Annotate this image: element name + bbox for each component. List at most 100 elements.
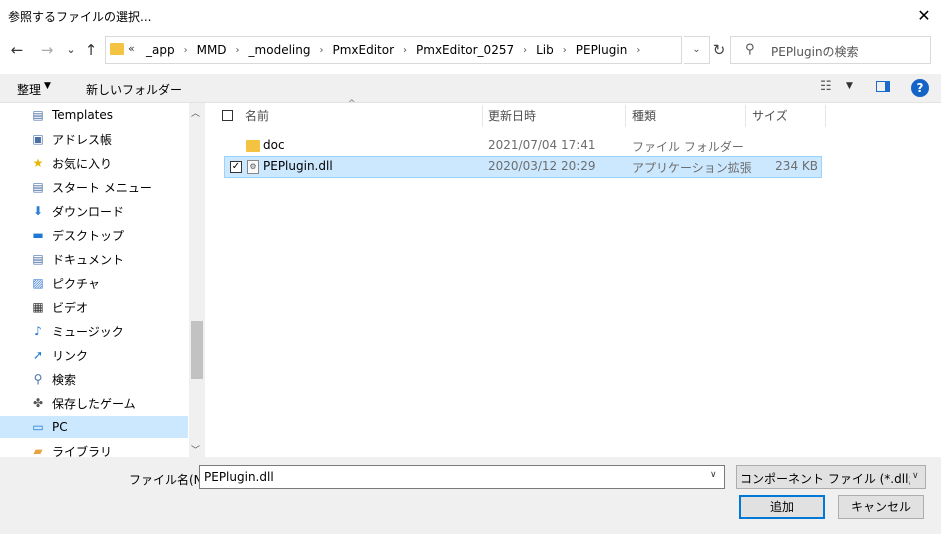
nav-item-label: ドキュメント bbox=[52, 252, 125, 267]
chevron-right-icon[interactable]: › bbox=[312, 45, 330, 56]
folder-icon bbox=[246, 140, 260, 152]
sort-ascending-icon: ^ bbox=[348, 99, 356, 109]
nav-item-1[interactable]: ▣ アドレス帳 bbox=[30, 128, 112, 150]
folder-icon bbox=[110, 43, 124, 55]
address-overflow-icon[interactable]: « bbox=[128, 42, 135, 55]
scroll-thumb[interactable] bbox=[191, 321, 203, 379]
nav-item-label: アドレス帳 bbox=[52, 132, 113, 147]
nav-item-14[interactable]: ▰ ライブラリ bbox=[30, 440, 112, 457]
document-icon: ▤ bbox=[32, 180, 44, 194]
help-icon[interactable]: ? bbox=[911, 79, 929, 97]
nav-item-4[interactable]: ⬇ ダウンロード bbox=[30, 200, 124, 222]
forward-icon[interactable]: → bbox=[36, 38, 58, 62]
search-input[interactable]: PEPluginの検索 bbox=[771, 43, 859, 60]
nav-item-6[interactable]: ▤ ドキュメント bbox=[30, 248, 124, 270]
chevron-right-icon[interactable]: › bbox=[396, 45, 414, 56]
breadcrumb-item[interactable]: MMD bbox=[195, 43, 229, 57]
back-icon[interactable]: ← bbox=[6, 38, 28, 62]
document-icon: ▤ bbox=[32, 252, 44, 266]
chevron-right-icon[interactable]: › bbox=[556, 45, 574, 56]
file-row-selected[interactable]: ✓ ⚙ PEPlugin.dll 2020/03/12 20:29 アプリケーシ… bbox=[224, 156, 822, 178]
nav-item-2[interactable]: ★ お気に入り bbox=[30, 152, 112, 174]
file-type: ファイル フォルダー bbox=[632, 140, 744, 154]
search-box[interactable]: ⚲ PEPluginの検索 bbox=[730, 36, 931, 64]
nav-item-8[interactable]: ▦ ビデオ bbox=[30, 296, 88, 318]
preview-pane-icon[interactable] bbox=[876, 81, 890, 92]
nav-item-label: ライブラリ bbox=[52, 444, 113, 458]
address-bar[interactable]: « _app › MMD › _modeling › PmxEditor › PmxEditor… bbox=[105, 36, 682, 64]
nav-scrollbar[interactable]: ︿ ﹀ bbox=[189, 103, 205, 457]
nav-item-9[interactable]: ♪ ミュージック bbox=[30, 320, 124, 342]
library-icon: ▰ bbox=[33, 444, 43, 457]
scroll-down-icon[interactable]: ﹀ bbox=[191, 443, 200, 456]
desktop-icon: ▬ bbox=[32, 228, 44, 242]
music-icon: ♪ bbox=[34, 324, 42, 338]
breadcrumb-item[interactable]: PEPlugin bbox=[574, 43, 630, 57]
breadcrumb-item[interactable]: _app bbox=[144, 43, 177, 57]
chevron-right-icon[interactable]: › bbox=[629, 45, 647, 56]
file-name: doc bbox=[263, 138, 285, 152]
download-icon: ⬇ bbox=[32, 204, 44, 218]
chevron-down-icon[interactable]: ▼ bbox=[846, 81, 853, 91]
column-header-size[interactable]: サイズ bbox=[752, 103, 788, 129]
pc-icon: ▭ bbox=[32, 420, 44, 434]
select-all-checkbox[interactable] bbox=[222, 110, 233, 121]
game-icon: ✤ bbox=[32, 396, 44, 410]
column-divider[interactable] bbox=[482, 105, 483, 127]
nav-item-12[interactable]: ✤ 保存したゲーム bbox=[30, 392, 136, 414]
chevron-right-icon[interactable]: › bbox=[516, 45, 534, 56]
close-icon[interactable]: ✕ bbox=[912, 4, 936, 28]
file-row-folder[interactable]: doc 2021/07/04 17:41 ファイル フォルダー bbox=[224, 135, 822, 157]
nav-item-7[interactable]: ▨ ピクチャ bbox=[30, 272, 100, 294]
address-dropdown-icon[interactable]: ⌄ bbox=[684, 36, 710, 64]
chevron-right-icon[interactable]: › bbox=[229, 45, 247, 56]
chevron-right-icon[interactable]: › bbox=[177, 45, 195, 56]
filename-value[interactable]: PEPlugin.dll bbox=[204, 470, 274, 484]
file-type-filter[interactable]: コンポーネント ファイル (*.dll;*.tlb;*.o ∨ bbox=[736, 465, 926, 489]
contacts-icon: ▣ bbox=[32, 132, 44, 146]
chevron-down-icon[interactable]: ∨ bbox=[710, 470, 717, 480]
column-divider[interactable] bbox=[625, 105, 626, 127]
chevron-down-icon[interactable]: ▼ bbox=[44, 81, 51, 91]
link-icon: ➚ bbox=[32, 348, 44, 362]
recent-locations-icon[interactable]: ⌄ bbox=[60, 38, 82, 62]
new-folder-button[interactable]: 新しいフォルダー bbox=[86, 81, 182, 98]
search-icon: ⚲ bbox=[33, 372, 43, 386]
refresh-icon[interactable]: ↻ bbox=[712, 36, 726, 64]
nav-item-10[interactable]: ➚ リンク bbox=[30, 344, 88, 366]
breadcrumb-item[interactable]: _modeling bbox=[247, 43, 313, 57]
breadcrumb-item[interactable]: PmxEditor bbox=[330, 43, 396, 57]
nav-item-label: ミュージック bbox=[52, 324, 124, 339]
dialog-footer: ファイル名(N): PEPlugin.dll ∨ コンポーネント ファイル (*… bbox=[0, 457, 941, 534]
file-list: ^ 名前 更新日時 種類 サイズ doc 2021/07/04 17:41 ファ… bbox=[212, 99, 941, 457]
search-icon: ⚲ bbox=[745, 42, 755, 57]
column-divider[interactable] bbox=[825, 105, 826, 127]
column-header-type[interactable]: 種類 bbox=[632, 103, 656, 129]
nav-item-5[interactable]: ▬ デスクトップ bbox=[30, 224, 124, 246]
column-divider[interactable] bbox=[745, 105, 746, 127]
filename-field[interactable]: PEPlugin.dll ∨ bbox=[199, 465, 725, 489]
row-checkbox[interactable]: ✓ bbox=[230, 161, 242, 173]
breadcrumb: _app › MMD › _modeling › PmxEditor › PmxEditor_0… bbox=[144, 37, 647, 63]
nav-item-3[interactable]: ▤ スタート メニュー bbox=[30, 176, 152, 198]
breadcrumb-item[interactable]: PmxEditor_0257 bbox=[414, 43, 516, 57]
cancel-button[interactable]: キャンセル bbox=[838, 495, 924, 519]
chevron-down-icon[interactable]: ∨ bbox=[912, 471, 919, 481]
nav-item-11[interactable]: ⚲ 検索 bbox=[30, 368, 76, 390]
window-title: 参照するファイルの選択... bbox=[8, 10, 152, 24]
organize-button[interactable]: 整理 bbox=[17, 81, 41, 98]
scroll-up-icon[interactable]: ︿ bbox=[191, 106, 200, 119]
view-options-icon[interactable]: ☷ bbox=[820, 79, 832, 94]
star-icon: ★ bbox=[32, 156, 44, 170]
command-bar: 整理 ▼ 新しいフォルダー ☷ ▼ ? bbox=[0, 74, 941, 103]
up-folder-icon[interactable]: ↑ bbox=[80, 38, 102, 62]
nav-item-13[interactable]: ▭ PC bbox=[0, 416, 188, 438]
nav-item-label: ビデオ bbox=[52, 300, 89, 315]
nav-item-label: 検索 bbox=[52, 372, 77, 387]
file-name: PEPlugin.dll bbox=[263, 159, 333, 173]
column-header-name[interactable]: 名前 bbox=[245, 103, 269, 129]
nav-item-0[interactable]: ▤ Templates bbox=[30, 104, 113, 126]
breadcrumb-item[interactable]: Lib bbox=[534, 43, 556, 57]
add-button[interactable]: 追加 bbox=[739, 495, 825, 519]
column-header-modified[interactable]: 更新日時 bbox=[488, 103, 536, 129]
